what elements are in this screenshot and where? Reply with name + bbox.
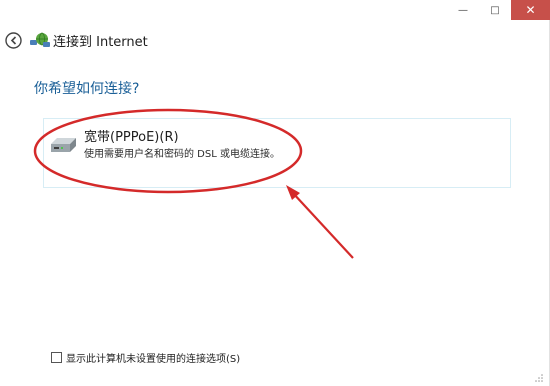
option-title: 宽带(PPPoE)(R)	[84, 130, 179, 145]
red-arrow-line	[291, 191, 354, 259]
option-description: 使用需要用户名和密码的 DSL 或电缆连接。	[84, 149, 280, 160]
page-title: 连接到 Internet	[53, 35, 148, 50]
maximize-button[interactable]: □	[480, 0, 510, 20]
connect-internet-window: — □ ✕ 连接到 Internet 你希望如何连接? 宽带(PPPoE)(R)…	[0, 0, 550, 386]
close-button[interactable]: ✕	[511, 0, 550, 20]
title-bar: — □ ✕	[0, 0, 550, 20]
show-options-checkbox[interactable]	[51, 352, 62, 363]
network-globe-icon	[30, 32, 50, 47]
minimize-button[interactable]: —	[447, 0, 479, 20]
broadband-drive-icon	[51, 138, 76, 152]
connection-question: 你希望如何连接?	[34, 81, 140, 97]
show-unconfigured-options[interactable]: 显示此计算机未设置使用的连接选项(S)	[51, 350, 240, 365]
resize-grip-icon[interactable]	[535, 374, 543, 382]
back-arrow-icon[interactable]	[5, 32, 22, 49]
wizard-header: 连接到 Internet	[0, 24, 550, 60]
checkbox-label: 显示此计算机未设置使用的连接选项(S)	[66, 354, 241, 365]
